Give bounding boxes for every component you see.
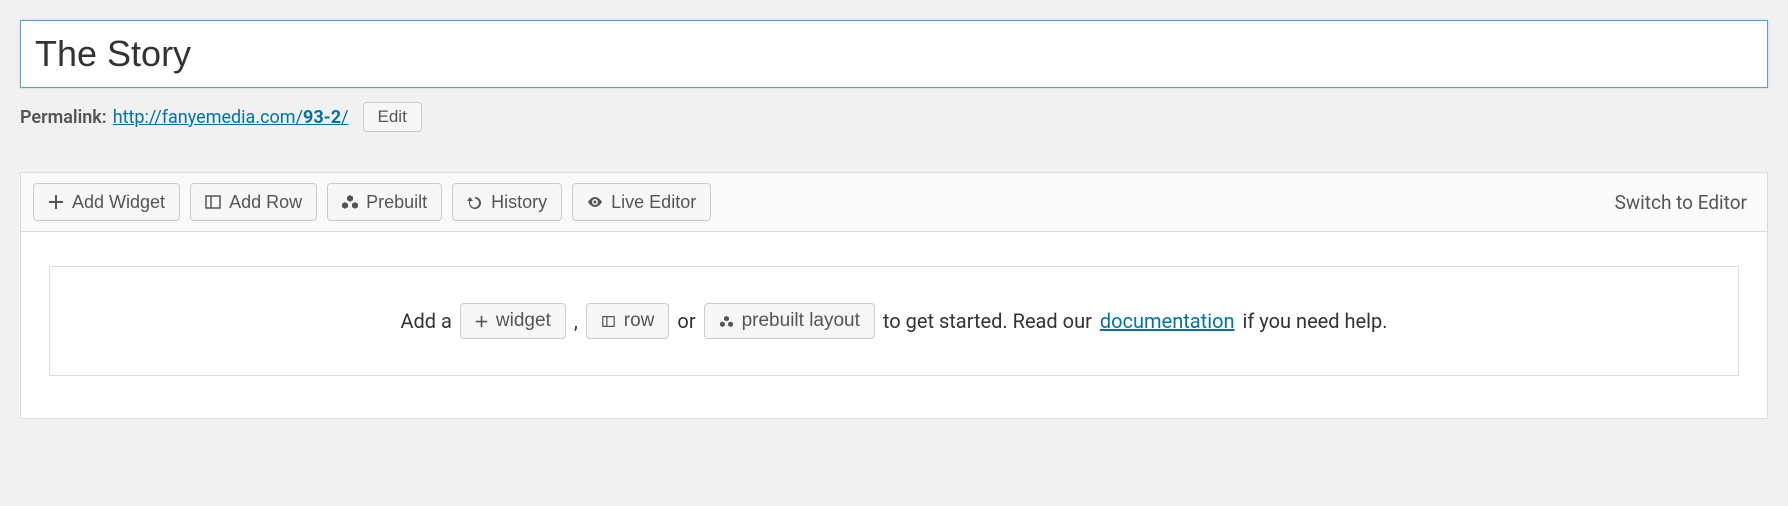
cubes-icon <box>342 194 358 210</box>
permalink-link[interactable]: http://fanyemedia.com/93-2/ <box>113 107 349 128</box>
permalink-edit-button[interactable]: Edit <box>363 102 422 132</box>
prebuilt-label: Prebuilt <box>366 192 427 213</box>
permalink-slug: 93-2 <box>303 107 341 128</box>
documentation-link[interactable]: documentation <box>1100 309 1235 333</box>
empty-or: or <box>677 309 695 333</box>
empty-row-label: row <box>624 310 655 332</box>
permalink-trail: / <box>341 107 348 128</box>
history-label: History <box>491 192 547 213</box>
empty-prebuilt-label: prebuilt layout <box>742 310 860 332</box>
empty-widget-label: widget <box>496 310 551 332</box>
empty-suffix: if you need help. <box>1243 309 1388 333</box>
builder-content: Add a widget , row or prebuilt layout to… <box>21 232 1767 418</box>
prebuilt-button[interactable]: Prebuilt <box>327 183 442 221</box>
empty-widget-button[interactable]: widget <box>460 303 566 339</box>
plus-icon <box>475 315 488 328</box>
cubes-icon <box>719 315 734 328</box>
empty-middle: to get started. Read our <box>883 309 1092 333</box>
add-row-label: Add Row <box>229 192 302 213</box>
builder-toolbar: Add Widget Add Row Prebuilt History Live… <box>21 173 1767 232</box>
add-widget-button[interactable]: Add Widget <box>33 183 180 221</box>
empty-row-button[interactable]: row <box>586 303 670 339</box>
empty-state: Add a widget , row or prebuilt layout to… <box>49 266 1739 376</box>
page-builder-panel: Add Widget Add Row Prebuilt History Live… <box>20 172 1768 419</box>
permalink-row: Permalink: http://fanyemedia.com/93-2/ E… <box>20 102 1768 132</box>
plus-icon <box>48 194 64 210</box>
empty-prebuilt-button[interactable]: prebuilt layout <box>704 303 875 339</box>
live-editor-button[interactable]: Live Editor <box>572 183 711 221</box>
post-title-input[interactable] <box>20 20 1768 88</box>
add-widget-label: Add Widget <box>72 192 165 213</box>
add-row-button[interactable]: Add Row <box>190 183 317 221</box>
empty-comma: , <box>574 309 578 333</box>
columns-icon <box>205 194 221 210</box>
empty-prefix: Add a <box>400 309 451 333</box>
history-button[interactable]: History <box>452 183 562 221</box>
toolbar-left: Add Widget Add Row Prebuilt History Live… <box>33 183 711 221</box>
live-editor-label: Live Editor <box>611 192 696 213</box>
permalink-base: http://fanyemedia.com/ <box>113 107 303 128</box>
undo-icon <box>467 194 483 210</box>
columns-icon <box>601 315 616 328</box>
permalink-label: Permalink: <box>20 107 107 128</box>
eye-icon <box>587 194 603 210</box>
switch-to-editor-link[interactable]: Switch to Editor <box>1615 191 1755 214</box>
